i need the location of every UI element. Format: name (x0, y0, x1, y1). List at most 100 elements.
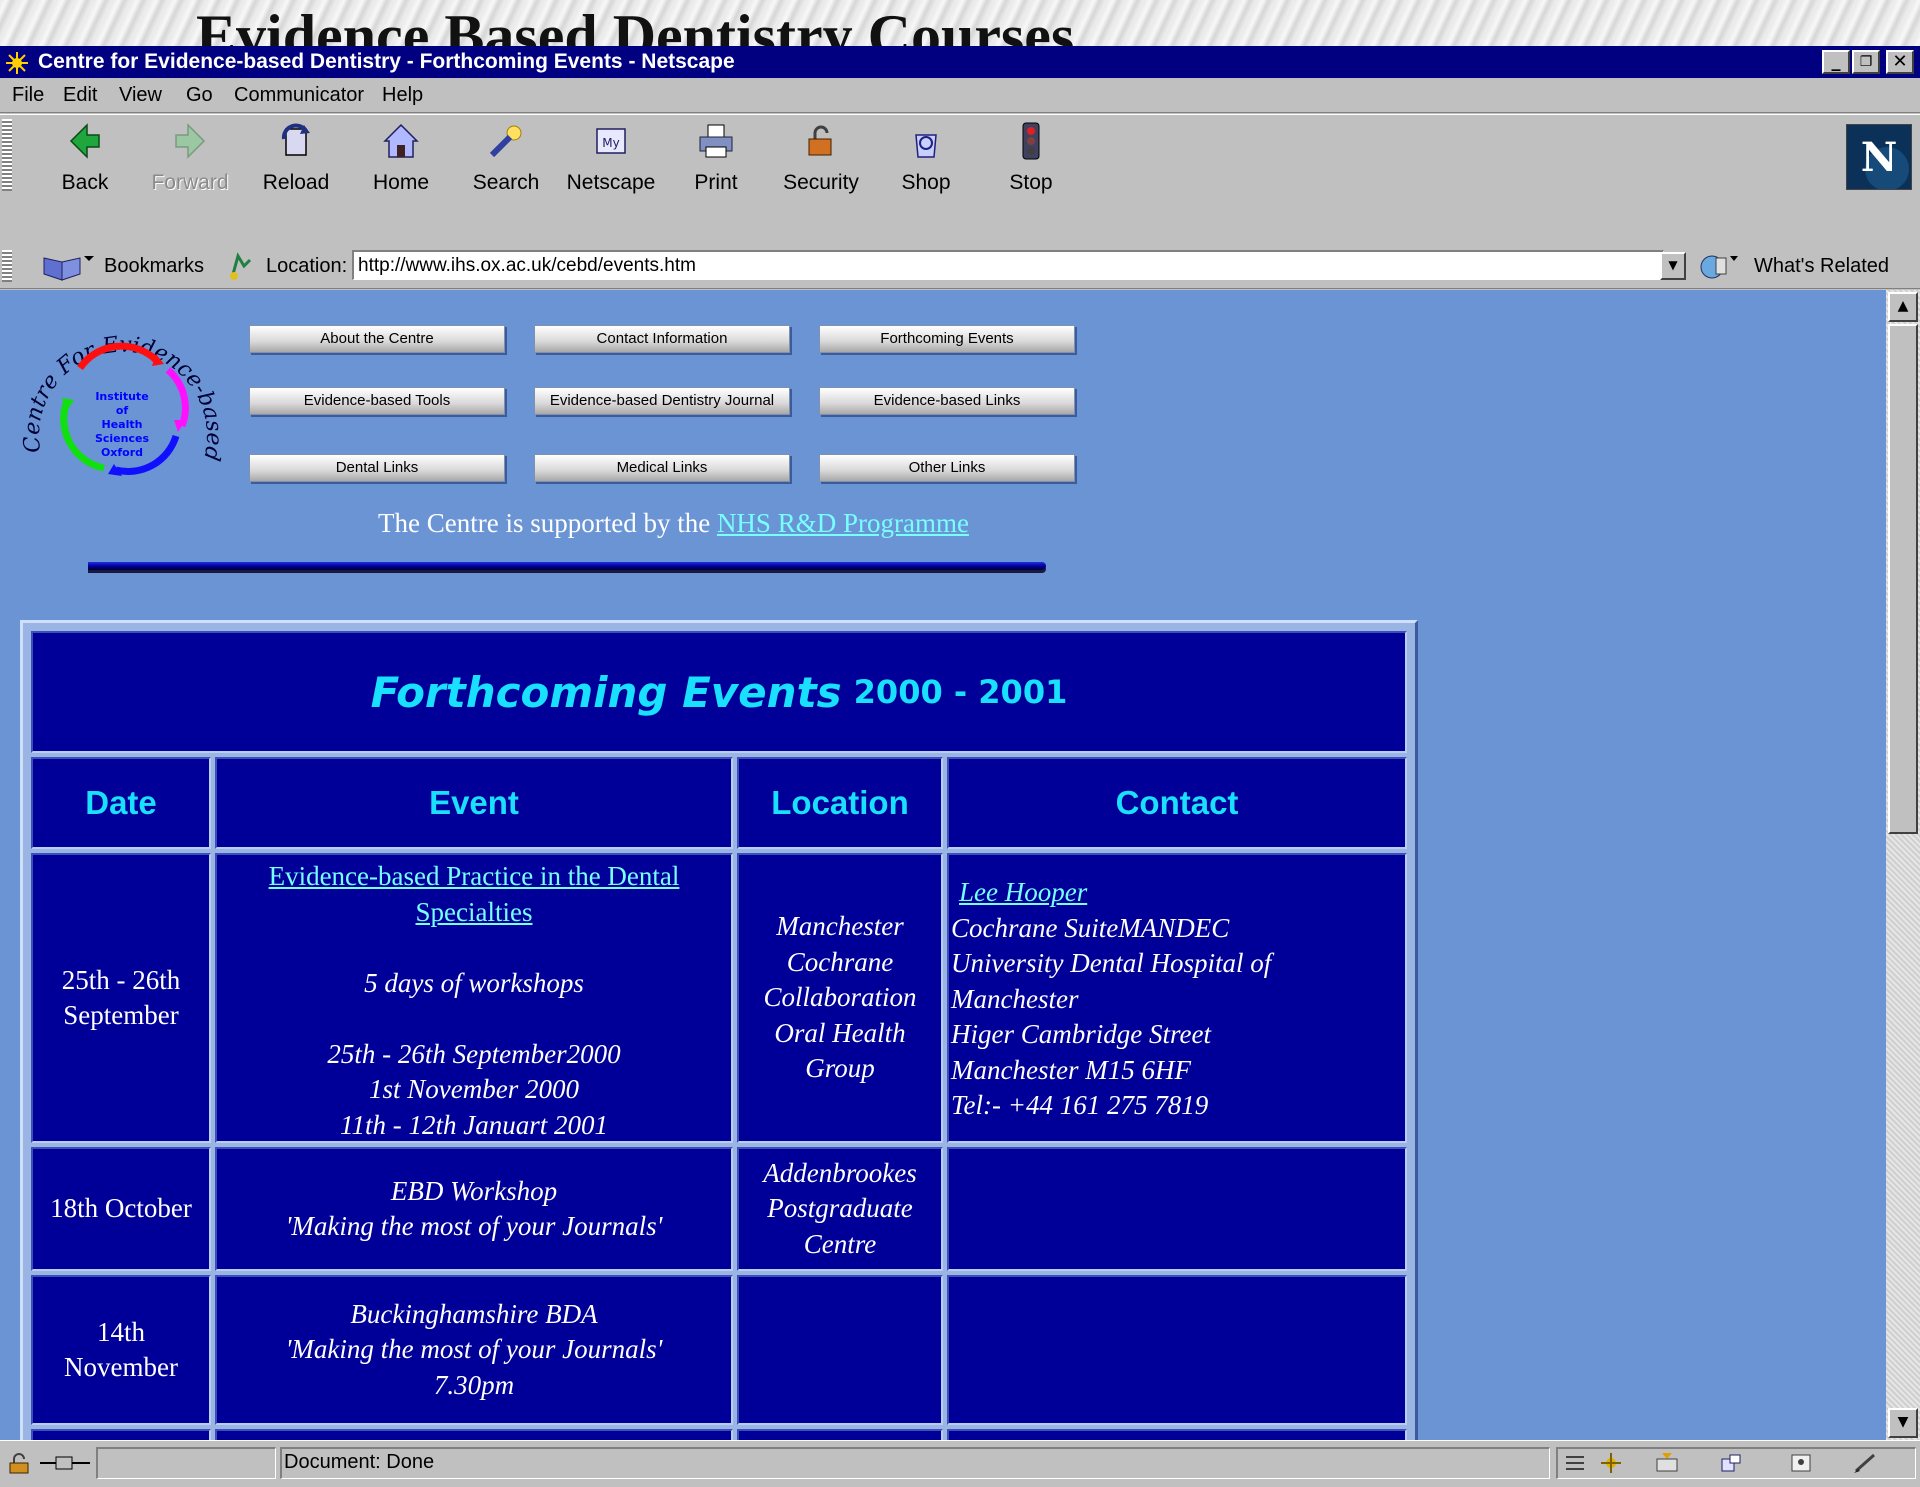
location-label: Location: (266, 255, 348, 277)
security-button[interactable]: Security (771, 121, 871, 195)
nav-forthcoming-events[interactable]: Forthcoming Events (819, 325, 1075, 353)
shop-icon (915, 134, 937, 158)
nav-evidence-based-tools[interactable]: Evidence-based Tools (249, 387, 505, 415)
forward-button[interactable]: Forward (140, 121, 240, 195)
status-text-panel (280, 1447, 1550, 1479)
connection-status-icon (40, 1456, 90, 1470)
bookmarks-button[interactable]: Bookmarks (104, 255, 204, 278)
discussion-icon[interactable] (1718, 1451, 1744, 1475)
logo-inner-5: Oxford (101, 446, 143, 459)
row1-contact-line: Cochrane SuiteMANDEC (951, 912, 1230, 943)
back-button[interactable]: Back (35, 121, 135, 195)
nav-other-links[interactable]: Other Links (819, 454, 1075, 482)
minimize-button[interactable]: _ (1822, 50, 1850, 74)
forward-arrow-icon (175, 123, 206, 159)
whats-related-button[interactable]: What's Related (1754, 255, 1889, 278)
forward-label: Forward (151, 171, 229, 194)
url-input[interactable]: http://www.ihs.ox.ac.uk/cebd/events.htm (352, 250, 1664, 280)
row4-date (31, 1429, 211, 1440)
row1-event-link[interactable]: Evidence-based Practice in the Dental (217, 859, 731, 895)
reload-button[interactable]: Reload (246, 121, 346, 195)
support-notice: The Centre is supported by the NHS R&D P… (378, 508, 969, 539)
vertical-scrollbar[interactable]: ▲ ▼ (1886, 290, 1920, 1440)
toolbar-grip[interactable] (2, 119, 12, 191)
location-page-icon[interactable] (224, 252, 254, 282)
nav-evidence-based-dentistry-journal[interactable]: Evidence-based Dentistry Journal (534, 387, 790, 415)
events-table: Forthcoming Events 2000 - 2001 Date Even… (20, 620, 1418, 1440)
mail-icon[interactable] (1654, 1451, 1680, 1475)
menu-go[interactable]: Go (186, 84, 213, 107)
whats-related-icon[interactable] (1696, 252, 1740, 282)
shop-button[interactable]: Shop (876, 121, 976, 195)
search-label: Search (472, 171, 540, 194)
progress-bar (96, 1447, 276, 1479)
scroll-up-button[interactable]: ▲ (1888, 292, 1918, 322)
window-title: Centre for Evidence-based Dentistry - Fo… (38, 50, 735, 73)
row4-event (215, 1429, 733, 1440)
contact-lee-hooper-link[interactable]: Lee Hooper (951, 875, 1405, 911)
nav-about-the-centre[interactable]: About the Centre (249, 325, 505, 353)
search-button[interactable]: Search (456, 121, 556, 195)
row2-location-line: Postgraduate (767, 1193, 913, 1224)
row1-contact: Lee Hooper Cochrane SuiteMANDEC Universi… (947, 853, 1407, 1143)
menu-file[interactable]: File (12, 84, 44, 107)
padlock-icon (808, 125, 832, 156)
row1-event-line: 5 days of workshops (364, 967, 584, 998)
security-label: Security (783, 171, 859, 194)
bookmarks-icon[interactable] (40, 252, 98, 282)
row2-event-line: EBD Workshop (390, 1175, 558, 1206)
netscape-label: Netscape (566, 171, 656, 194)
home-button[interactable]: Home (351, 121, 451, 195)
restore-button[interactable]: ❐ (1852, 50, 1880, 74)
stop-button[interactable]: Stop (981, 121, 1081, 195)
navigator-icon[interactable] (1598, 1451, 1624, 1475)
location-grip[interactable] (2, 250, 12, 282)
back-arrow-icon (69, 123, 100, 159)
row1-location-line: Group (805, 1053, 875, 1083)
address-book-icon[interactable] (1788, 1451, 1814, 1475)
status-text: Document: Done (284, 1451, 435, 1473)
cebd-logo[interactable]: Centre For Evidence-based Dentistry Inst… (18, 308, 222, 500)
scroll-down-button[interactable]: ▼ (1888, 1408, 1918, 1438)
nav-dental-links[interactable]: Dental Links (249, 454, 505, 482)
row1-event-line (217, 930, 731, 966)
horizontal-rule (88, 562, 1046, 570)
row1-contact-line: Higer Cambridge Street (951, 1019, 1211, 1049)
nav-contact-information[interactable]: Contact Information (534, 325, 790, 353)
my-netscape-icon: My (596, 128, 626, 154)
menu-communicator[interactable]: Communicator (234, 84, 364, 107)
url-dropdown-button[interactable]: ▼ (1660, 252, 1686, 280)
svg-text:N: N (1861, 134, 1898, 181)
scroll-thumb[interactable] (1888, 324, 1918, 834)
row3-date: 14th November (31, 1275, 211, 1425)
row1-location-line: Oral Health (774, 1017, 906, 1048)
netscape-throbber-logo[interactable]: N (1846, 124, 1912, 191)
menu-edit[interactable]: Edit (63, 84, 97, 107)
close-button[interactable]: ✕ (1886, 50, 1914, 74)
row1-contact-line: Manchester M15 6HF (951, 1054, 1191, 1085)
location-toolbar: Bookmarks Location: http://www.ihs.ox.ac… (0, 246, 1920, 289)
header-contact: Contact (947, 757, 1407, 849)
print-button[interactable]: Print (666, 121, 766, 195)
list-icon[interactable] (1562, 1451, 1588, 1475)
security-lock-icon[interactable] (6, 1451, 34, 1475)
row2-event: EBD Workshop 'Making the most of your Jo… (215, 1147, 733, 1271)
logo-inner-4: Sciences (95, 432, 149, 445)
slide-background: Evidence Based Dentistry Courses (0, 0, 1920, 46)
row1-location-line: Cochrane (786, 946, 894, 977)
nav-medical-links[interactable]: Medical Links (534, 454, 790, 482)
row1-event-line: 25th - 26th September2000 (327, 1038, 621, 1069)
menu-view[interactable]: View (119, 84, 162, 107)
home-label: Home (372, 171, 430, 194)
row1-event-link[interactable]: Specialties (217, 895, 731, 931)
composer-icon[interactable] (1852, 1451, 1878, 1475)
row3-event-line: 7.30pm (433, 1369, 515, 1400)
row2-event-line: 'Making the most of your Journals' (285, 1211, 663, 1241)
nhs-rd-programme-link[interactable]: NHS R&D Programme (717, 508, 969, 538)
row2-contact (947, 1147, 1407, 1271)
menu-help[interactable]: Help (382, 84, 423, 107)
nav-evidence-based-links[interactable]: Evidence-based Links (819, 387, 1075, 415)
reload-label: Reload (262, 171, 330, 194)
row3-contact (947, 1275, 1407, 1425)
netscape-button[interactable]: My Netscape (561, 121, 661, 195)
